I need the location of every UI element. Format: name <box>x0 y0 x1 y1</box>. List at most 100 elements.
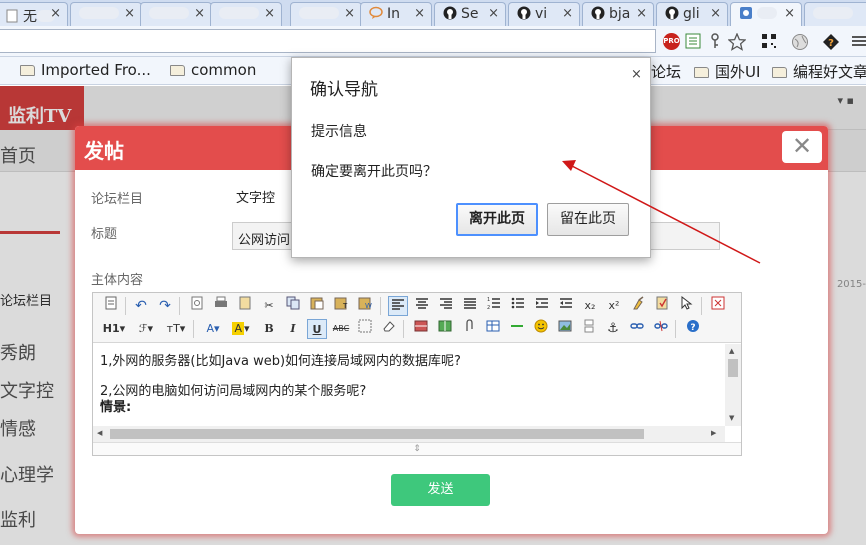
new-tab[interactable] <box>804 2 866 26</box>
browser-tab[interactable]: In × <box>360 2 432 26</box>
align-left-icon[interactable] <box>388 296 408 316</box>
subscript-icon[interactable]: x₂ <box>580 296 600 316</box>
close-icon[interactable]: × <box>194 6 205 21</box>
browser-tab-active[interactable]: × <box>730 2 802 26</box>
font-size-dropdown[interactable]: ᴛT▾ <box>163 319 189 339</box>
bookmark-folder[interactable]: 编程好文章 <box>772 61 866 82</box>
copy-icon[interactable] <box>283 296 303 316</box>
align-right-icon[interactable] <box>436 296 456 316</box>
font-color-dropdown[interactable]: A▾ <box>201 319 225 339</box>
bookmark-folder[interactable]: common <box>170 61 256 79</box>
cursor-icon[interactable] <box>676 295 696 316</box>
image-icon[interactable] <box>555 319 575 339</box>
table-icon[interactable] <box>483 319 503 339</box>
editor-vertical-scrollbar[interactable]: ▲ ▼ <box>725 344 741 426</box>
undo-icon[interactable]: ↶ <box>131 296 151 316</box>
browser-tab[interactable]: 无 × <box>0 2 68 26</box>
editor-horizontal-scrollbar[interactable]: ◀ ▶ <box>93 426 725 442</box>
italic-button[interactable]: I <box>283 319 303 339</box>
editor-resize-handle[interactable]: ⇕ <box>93 442 741 455</box>
format-painter-icon[interactable] <box>355 319 375 339</box>
paste-word-icon[interactable]: W <box>355 296 375 316</box>
scroll-left-icon[interactable]: ◀ <box>97 429 102 437</box>
link-icon[interactable] <box>627 319 647 339</box>
editor-content[interactable]: 1,外网的服务器(比如Java web)如何连接局域网内的数据库呢? 2,公网的… <box>93 344 725 426</box>
forum-value[interactable]: 文字控 <box>236 187 275 206</box>
emoji-icon[interactable] <box>531 319 551 339</box>
cut-icon[interactable]: ✂ <box>259 296 279 316</box>
heading-dropdown[interactable]: H1▾ <box>101 319 127 339</box>
unordered-list-icon[interactable] <box>508 296 528 316</box>
close-icon[interactable]: × <box>710 6 721 21</box>
highlight-color-dropdown[interactable]: A ▾ <box>229 319 253 339</box>
reader-extension-icon[interactable] <box>684 33 702 51</box>
close-icon[interactable]: × <box>124 6 135 21</box>
strikethrough-button[interactable]: ABC <box>331 319 351 339</box>
close-icon[interactable]: × <box>784 6 795 21</box>
unlink-icon[interactable] <box>651 319 671 339</box>
redo-icon[interactable]: ↷ <box>155 296 175 316</box>
page-break-icon[interactable] <box>579 319 599 339</box>
close-icon[interactable]: × <box>344 6 355 21</box>
template-icon[interactable] <box>235 296 255 316</box>
fullscreen-icon[interactable] <box>708 296 728 316</box>
underline-button[interactable]: U <box>307 319 327 339</box>
pro-extension-icon[interactable]: PRO <box>663 33 680 50</box>
browser-tab[interactable]: Se × <box>434 2 506 26</box>
help-extension-icon[interactable]: ? <box>822 33 840 51</box>
close-icon[interactable]: ✕ <box>782 131 822 163</box>
browser-tab[interactable]: × <box>70 2 142 26</box>
stay-on-page-button[interactable]: 留在此页 <box>547 203 629 236</box>
attachment-icon[interactable] <box>459 319 479 339</box>
address-bar[interactable] <box>0 29 656 53</box>
browser-tab[interactable]: gli × <box>656 2 728 26</box>
scroll-up-icon[interactable]: ▲ <box>729 347 734 355</box>
indent-icon[interactable] <box>532 296 552 316</box>
browser-tab[interactable]: vi × <box>508 2 580 26</box>
source-icon[interactable] <box>101 296 121 316</box>
close-icon[interactable]: × <box>414 6 425 21</box>
close-icon[interactable]: × <box>50 6 61 21</box>
horizontal-rule-icon[interactable] <box>507 319 527 339</box>
browser-tab[interactable]: × <box>290 2 362 26</box>
close-icon[interactable]: × <box>636 6 647 21</box>
help-icon[interactable]: ? <box>683 319 703 339</box>
globe-icon[interactable] <box>791 33 809 51</box>
ordered-list-icon[interactable]: 12 <box>484 296 504 316</box>
close-icon[interactable]: × <box>264 6 275 21</box>
key-extension-icon[interactable] <box>706 33 724 51</box>
browser-tab[interactable]: bja × <box>582 2 654 26</box>
close-icon[interactable]: × <box>631 67 642 82</box>
preview-icon[interactable] <box>187 296 207 316</box>
print-icon[interactable] <box>211 296 231 316</box>
align-justify-icon[interactable] <box>460 296 480 316</box>
send-button[interactable]: 发送 <box>391 474 490 506</box>
menu-icon[interactable] <box>850 33 866 51</box>
star-icon[interactable] <box>727 32 747 51</box>
eraser-icon[interactable] <box>379 319 399 339</box>
browser-tab[interactable]: × <box>140 2 212 26</box>
paste-icon[interactable] <box>307 296 327 316</box>
align-center-icon[interactable] <box>412 296 432 316</box>
clear-format-icon[interactable] <box>628 296 648 316</box>
insert-column-icon[interactable] <box>435 319 455 339</box>
scroll-down-icon[interactable]: ▼ <box>729 414 734 422</box>
qr-code-icon[interactable] <box>760 33 778 51</box>
insert-row-icon[interactable] <box>411 319 431 339</box>
select-all-icon[interactable] <box>652 296 672 316</box>
bookmark-folder[interactable]: Imported Fro... <box>20 61 151 79</box>
scrollbar-thumb[interactable] <box>110 429 644 439</box>
outdent-icon[interactable] <box>556 296 576 316</box>
bookmark-folder[interactable]: 国外UI <box>694 61 760 82</box>
bold-button[interactable]: B <box>259 319 279 339</box>
browser-tab[interactable]: × <box>210 2 282 26</box>
paste-text-icon[interactable]: T <box>331 296 351 316</box>
scroll-right-icon[interactable]: ▶ <box>711 429 716 437</box>
superscript-icon[interactable]: x² <box>604 296 624 316</box>
leave-page-button[interactable]: 离开此页 <box>456 203 538 236</box>
anchor-icon[interactable]: ⚓ <box>603 319 623 339</box>
close-icon[interactable]: × <box>562 6 573 21</box>
font-family-dropdown[interactable]: ℱ▾ <box>133 319 159 339</box>
close-icon[interactable]: × <box>488 6 499 21</box>
bookmark-folder[interactable]: 论坛 <box>651 61 681 82</box>
